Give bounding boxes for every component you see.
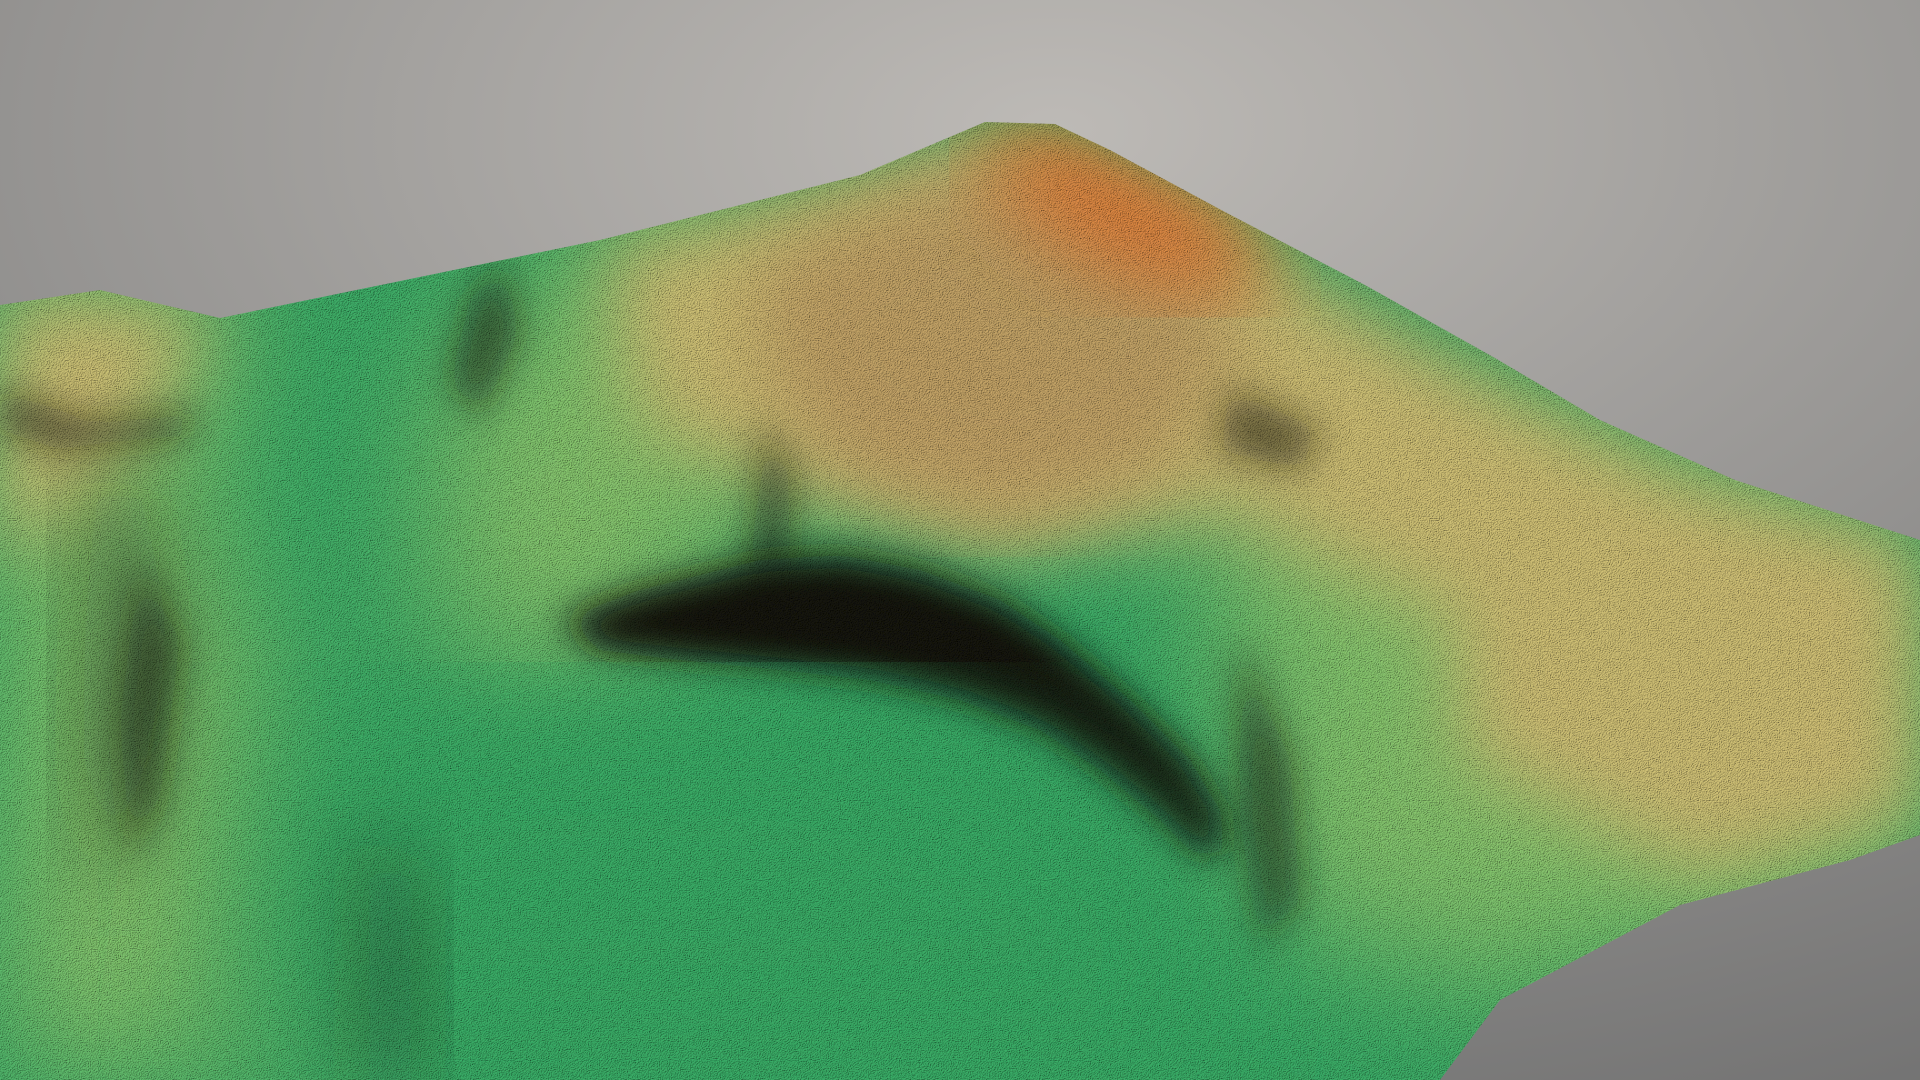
model-viewport[interactable] <box>0 0 1920 1080</box>
terrain-render <box>0 0 1920 1080</box>
